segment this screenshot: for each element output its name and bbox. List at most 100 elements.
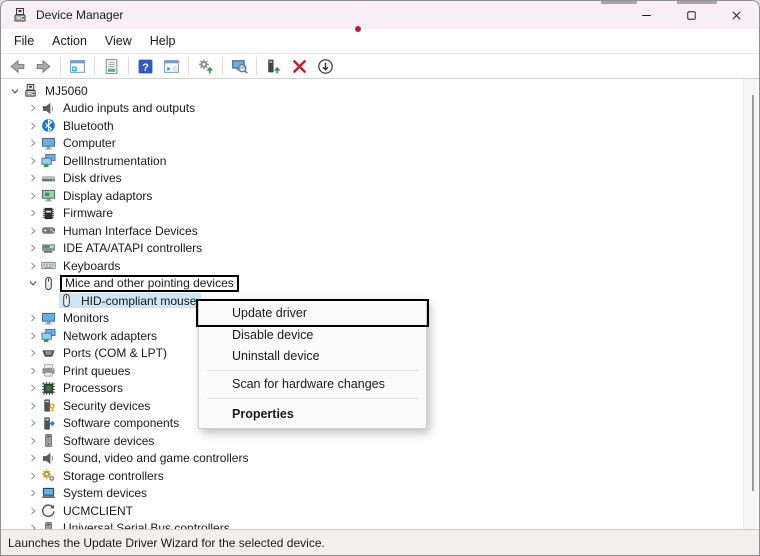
tree-item-display-adaptors[interactable]: Display adaptors — [2, 187, 744, 205]
menu-action[interactable]: Action — [43, 31, 96, 51]
window-title: Device Manager — [36, 8, 124, 22]
tree-item-usb-controllers[interactable]: Universal Serial Bus controllers — [2, 520, 744, 529]
tree-item-storage-controllers[interactable]: Storage controllers — [2, 467, 744, 485]
tree-item-ucmclient[interactable]: UCMCLIENT — [2, 502, 744, 520]
chevron-right-icon[interactable] — [25, 380, 41, 396]
disk-drive-icon — [41, 175, 56, 182]
menu-item-properties[interactable]: Properties — [199, 402, 426, 426]
chevron-right-icon[interactable] — [25, 345, 41, 361]
tree-item-dellinstrumentation[interactable]: DellInstrumentation — [2, 152, 744, 170]
scan-hardware-changes-icon[interactable] — [227, 55, 252, 77]
tree-item-label: Monitors — [63, 311, 110, 326]
chevron-right-icon[interactable] — [25, 328, 41, 344]
chevron-right-icon[interactable] — [25, 223, 41, 239]
tree-item-label: System devices — [63, 486, 148, 501]
tree-item-mice[interactable]: Mice and other pointing devices — [2, 274, 744, 293]
chevron-right-icon[interactable] — [25, 485, 41, 501]
tree-item-label: DellInstrumentation — [63, 153, 167, 168]
ports-icon — [42, 349, 55, 357]
menu-item-update-driver[interactable]: Update driver — [199, 302, 426, 325]
chevron-right-icon[interactable] — [25, 503, 41, 519]
chevron-right-icon[interactable] — [25, 520, 41, 529]
menu-separator — [207, 398, 418, 399]
software-component-icon — [44, 417, 55, 430]
toolbar-separator — [128, 57, 129, 75]
chevron-right-icon[interactable] — [25, 415, 41, 431]
chevron-right-icon[interactable] — [25, 468, 41, 484]
help-icon[interactable]: ? — [133, 55, 158, 77]
chevron-right-icon[interactable] — [25, 188, 41, 204]
scrollbar-thumb[interactable] — [752, 95, 754, 491]
menu-item-uninstall-device[interactable]: Uninstall device — [199, 346, 426, 367]
update-driver-software-icon[interactable] — [193, 55, 218, 77]
chevron-right-icon[interactable] — [25, 258, 41, 274]
tree-item-label: Storage controllers — [63, 468, 164, 483]
tree-item-audio[interactable]: Audio inputs and outputs — [2, 100, 744, 118]
computer-icon — [25, 84, 36, 97]
tree-item-human-interface-devices[interactable]: Human Interface Devices — [2, 222, 744, 240]
tree-item-label: Audio inputs and outputs — [63, 101, 196, 116]
console-tree-icon[interactable] — [65, 55, 90, 77]
tree-item-system-devices[interactable]: System devices — [2, 485, 744, 503]
properties-page-icon[interactable] — [99, 55, 124, 77]
chevron-right-icon[interactable] — [25, 450, 41, 466]
chevron-right-icon[interactable] — [25, 170, 41, 186]
chevron-right-icon[interactable] — [25, 205, 41, 221]
chevron-right-icon[interactable] — [25, 433, 41, 449]
speaker-icon — [42, 452, 53, 464]
menu-file[interactable]: File — [5, 31, 43, 51]
storage-controller-icon — [42, 469, 55, 482]
menu-item-scan-hardware[interactable]: Scan for hardware changes — [199, 374, 426, 395]
tree-item-label: Human Interface Devices — [63, 223, 198, 238]
uninstall-icon[interactable] — [287, 55, 312, 77]
tree-item-label: Software devices — [63, 433, 155, 448]
chevron-right-icon[interactable] — [25, 118, 41, 134]
tree-item-disk-drives[interactable]: Disk drives — [2, 170, 744, 188]
maximize-button[interactable] — [669, 1, 714, 29]
mouse-icon — [63, 294, 70, 308]
title-bar: Device Manager — [1, 1, 759, 29]
action-pane-icon[interactable] — [159, 55, 184, 77]
vertical-scrollbar[interactable] — [743, 79, 758, 529]
menu-item-disable-device[interactable]: Disable device — [199, 325, 426, 346]
chevron-right-icon[interactable] — [25, 135, 41, 151]
speaker-icon — [42, 102, 53, 114]
chevron-down-icon[interactable] — [25, 275, 41, 291]
tree-item-firmware[interactable]: Firmware — [2, 205, 744, 223]
software-device-icon — [45, 434, 52, 448]
tree-item-software-devices[interactable]: Software devices — [2, 432, 744, 450]
minimize-button[interactable] — [624, 1, 669, 29]
menu-view[interactable]: View — [96, 31, 141, 51]
tree-item-computer[interactable]: Computer — [2, 135, 744, 153]
close-button[interactable] — [714, 1, 759, 29]
chevron-right-icon[interactable] — [25, 153, 41, 169]
update-device-icon[interactable] — [261, 55, 286, 77]
device-manager-window: Device Manager File Action View Help ? M… — [0, 0, 760, 556]
tree-item-label: Disk drives — [63, 171, 122, 186]
security-device-icon — [44, 399, 55, 412]
dual-monitor-icon — [41, 329, 56, 343]
tree-item-label: Display adaptors — [63, 188, 153, 203]
chevron-right-icon[interactable] — [25, 398, 41, 414]
tree-item-ide-controllers[interactable]: IDE ATA/ATAPI controllers — [2, 240, 744, 258]
tree-item-keyboards[interactable]: Keyboards — [2, 257, 744, 275]
chevron-right-icon[interactable] — [25, 310, 41, 326]
forward-icon[interactable] — [31, 55, 56, 77]
tree-item-computer-root[interactable]: MJ5060 — [2, 82, 744, 100]
hid-gamepad-icon — [41, 227, 56, 235]
chevron-right-icon[interactable] — [25, 363, 41, 379]
tree-item-label: Firmware — [63, 206, 113, 221]
status-text: Launches the Update Driver Wizard for th… — [8, 535, 325, 550]
toolbar-separator — [60, 57, 61, 75]
chevron-down-icon[interactable] — [7, 83, 23, 99]
device-manager-app-icon — [14, 8, 26, 22]
back-icon[interactable] — [5, 55, 30, 77]
menu-help[interactable]: Help — [141, 31, 185, 51]
recording-dot — [355, 26, 361, 32]
chevron-right-icon[interactable] — [25, 100, 41, 116]
tree-item-bluetooth[interactable]: Bluetooth — [2, 117, 744, 135]
tree-item-sound-controllers[interactable]: Sound, video and game controllers — [2, 450, 744, 468]
disable-icon[interactable] — [313, 55, 338, 77]
chevron-right-icon[interactable] — [25, 240, 41, 256]
tree-item-label: Security devices — [63, 398, 151, 413]
